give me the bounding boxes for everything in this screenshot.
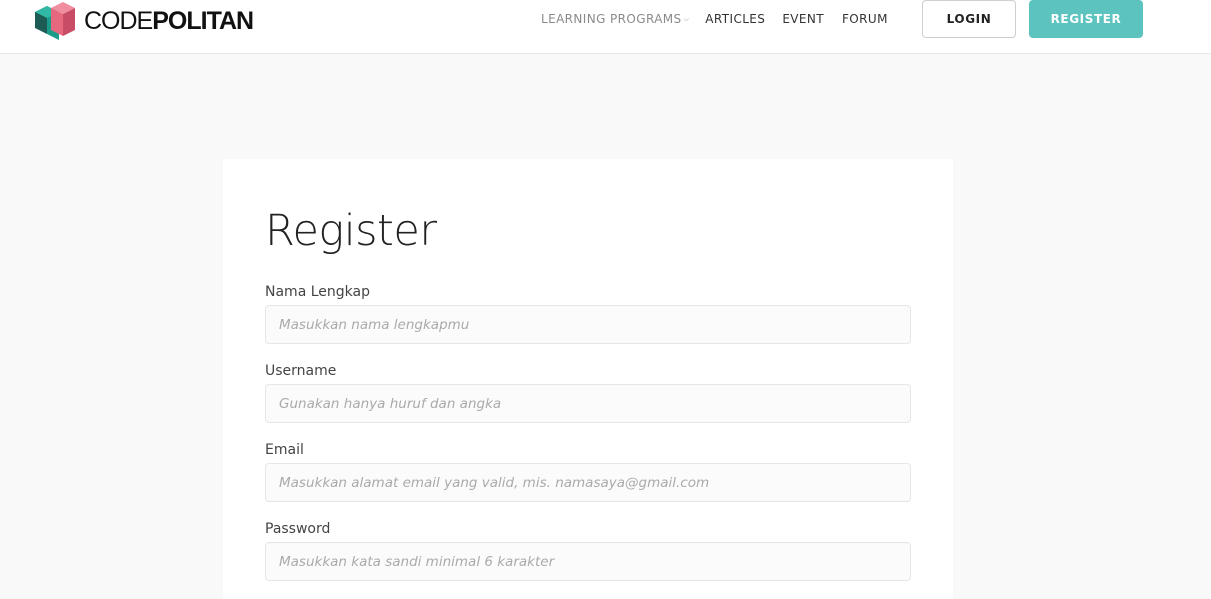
nav-forum[interactable]: FORUM	[842, 12, 888, 26]
chevron-down-icon: ⌵	[683, 15, 690, 23]
register-card: Register Nama Lengkap Username Email Pas…	[223, 159, 953, 599]
username-label: Username	[265, 363, 337, 379]
email-input[interactable]	[265, 463, 911, 502]
brand-logo[interactable]: CODEPOLITAN	[33, 0, 254, 42]
top-navbar: CODEPOLITAN LEARNING PROGRAMS ⌵ ARTICLES …	[0, 0, 1211, 54]
email-label: Email	[265, 442, 304, 458]
page-title: Register	[265, 206, 437, 256]
password-input[interactable]	[265, 542, 911, 581]
brand-name: CODEPOLITAN	[84, 6, 254, 35]
main-nav: LEARNING PROGRAMS ⌵ ARTICLES EVENT FORUM	[541, 12, 888, 26]
nav-articles[interactable]: ARTICLES	[705, 12, 765, 26]
codepolitan-logo-icon	[35, 2, 75, 40]
password-label: Password	[265, 521, 331, 537]
username-input[interactable]	[265, 384, 911, 423]
nav-event[interactable]: EVENT	[782, 12, 824, 26]
nav-learning-programs[interactable]: LEARNING PROGRAMS ⌵	[541, 12, 689, 26]
login-button[interactable]: LOGIN	[922, 0, 1016, 38]
full-name-label: Nama Lengkap	[265, 284, 370, 300]
register-button[interactable]: REGISTER	[1029, 0, 1143, 38]
full-name-input[interactable]	[265, 305, 911, 344]
